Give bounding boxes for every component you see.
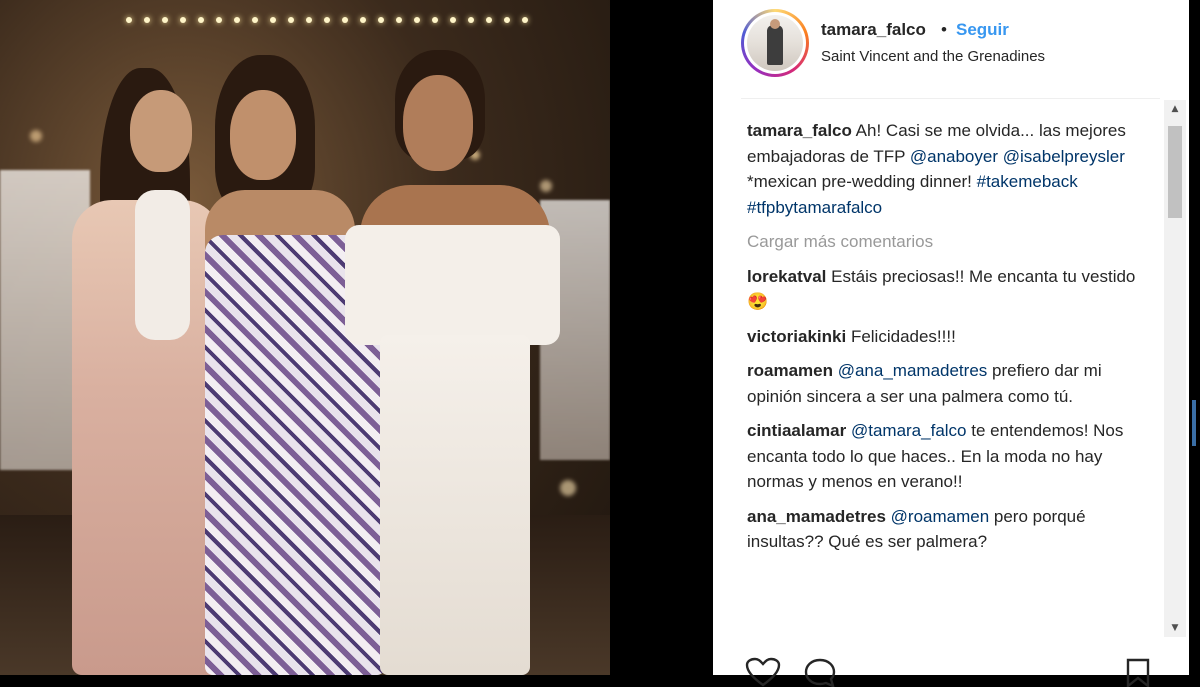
scroll-down-arrow-icon[interactable]: ▼ [1164, 619, 1186, 637]
load-more-comments-button[interactable]: Cargar más comentarios [747, 229, 1147, 255]
comments-scrollbar[interactable]: ▲ ▼ [1164, 100, 1186, 637]
scroll-thumb[interactable] [1168, 126, 1182, 218]
follow-button[interactable]: Seguir [956, 20, 1009, 40]
comment-item: cintiaalamar @tamara_falco te entendemos… [747, 418, 1147, 495]
post-location[interactable]: Saint Vincent and the Grenadines [821, 48, 1045, 65]
comment-username[interactable]: victoriakinki [747, 327, 846, 346]
post-username[interactable]: tamara_falco [821, 20, 926, 40]
comment-username[interactable]: roamamen [747, 361, 833, 380]
comment-item: lorekatval Estáis preciosas!! Me encanta… [747, 264, 1147, 315]
comment-username[interactable]: cintiaalamar [747, 421, 846, 440]
caption-text: *mexican pre-wedding dinner! [747, 172, 977, 191]
caption-username[interactable]: tamara_falco [747, 121, 852, 140]
hashtag-link[interactable]: #takemeback [977, 172, 1078, 191]
person-right [345, 45, 565, 675]
comment-item: victoriakinki Felicidades!!!! [747, 324, 1147, 350]
string-lights [120, 8, 540, 23]
comment-text: Estáis preciosas!! Me encanta tu vestido [826, 266, 1136, 286]
scroll-up-arrow-icon[interactable]: ▲ [1164, 100, 1186, 118]
comment-list: tamara_falco Ah! Casi se me olvida... la… [747, 118, 1147, 643]
mention-link[interactable]: @roamamen [891, 507, 990, 526]
post-sidebar: tamara_falco • Seguir Saint Vincent and … [713, 0, 1189, 687]
mention-link[interactable]: @ana_mamadetres [838, 361, 988, 380]
bookmark-icon[interactable] [1125, 657, 1151, 687]
mention-link[interactable]: @isabelpreysler [1003, 147, 1125, 166]
comment-item: roamamen @ana_mamadetres prefiero dar mi… [747, 358, 1147, 409]
background-gap [610, 0, 713, 675]
caption: tamara_falco Ah! Casi se me olvida... la… [747, 118, 1147, 220]
avatar[interactable] [747, 15, 803, 71]
hashtag-link[interactable]: #tfpbytamarafalco [747, 198, 882, 217]
comment-text: Felicidades!!!! [846, 326, 956, 346]
mention-link[interactable]: @anaboyer [910, 147, 998, 166]
post-header: tamara_falco • Seguir Saint Vincent and … [713, 0, 1189, 98]
post-photo[interactable] [0, 0, 610, 675]
mention-link[interactable]: @tamara_falco [851, 421, 967, 440]
header-divider [741, 98, 1160, 99]
comment-icon[interactable] [803, 657, 837, 687]
comment-username[interactable]: lorekatval [747, 267, 826, 286]
separator-dot: • [941, 20, 947, 39]
heart-eyes-emoji: 😍 [747, 292, 769, 311]
comment-item: ana_mamadetres @roamamen pero porqué ins… [747, 504, 1147, 555]
action-bar [713, 645, 1189, 687]
comment-username[interactable]: ana_mamadetres [747, 507, 886, 526]
heart-icon[interactable] [745, 657, 781, 687]
window-edge [1189, 0, 1200, 675]
